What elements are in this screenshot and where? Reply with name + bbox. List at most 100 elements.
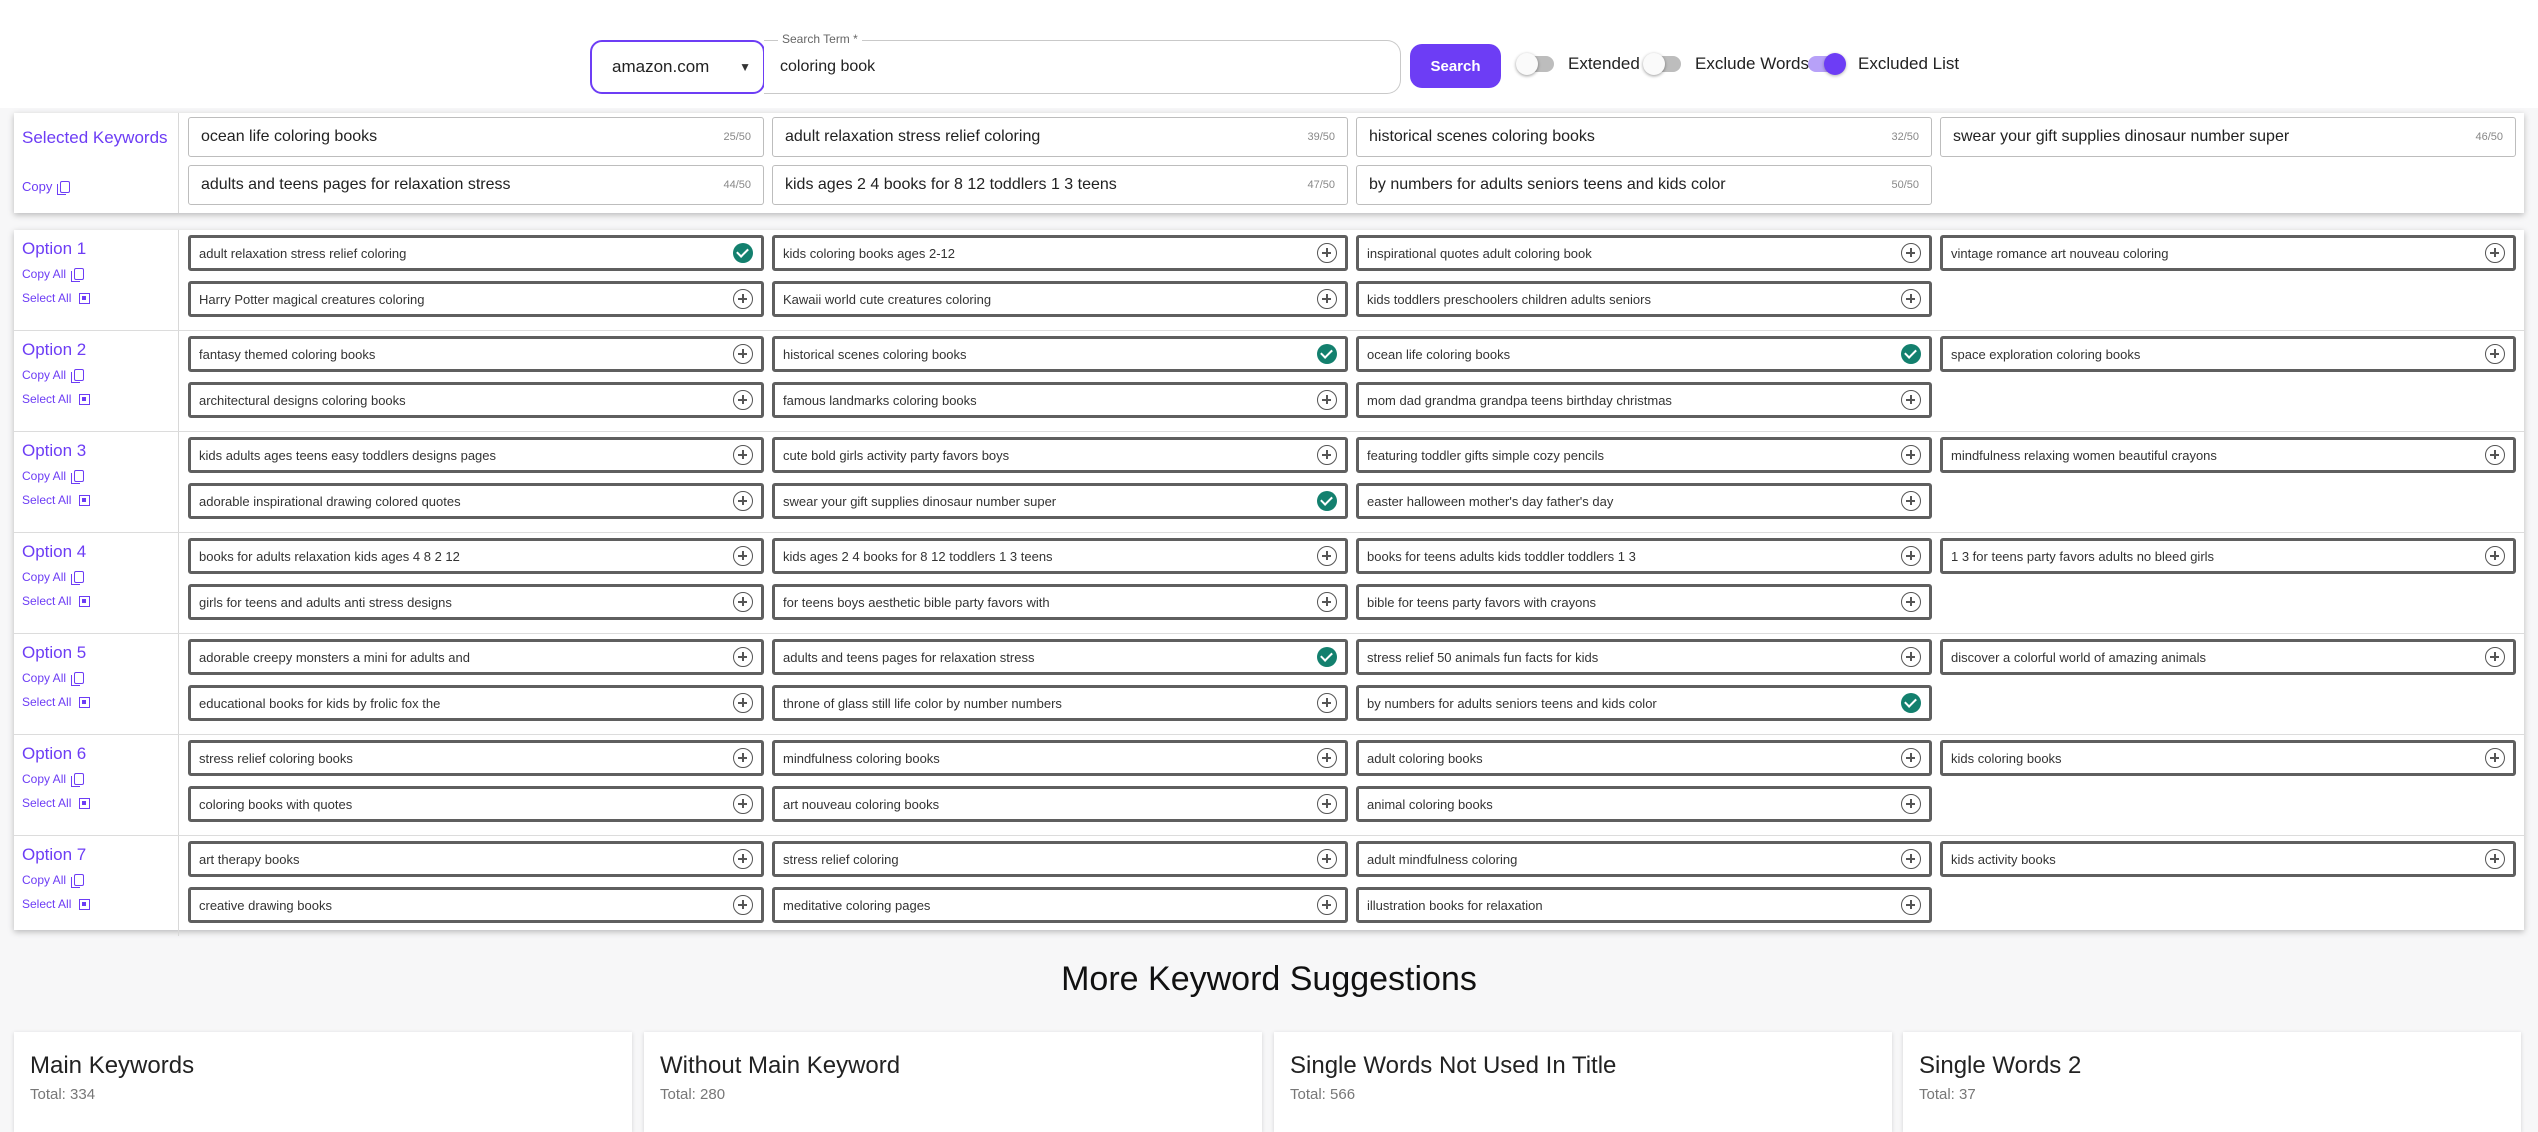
check-icon[interactable] xyxy=(733,243,753,263)
keyword-option[interactable]: mom dad grandma grandpa teens birthday c… xyxy=(1356,382,1932,418)
keyword-option[interactable]: stress relief 50 animals fun facts for k… xyxy=(1356,639,1932,675)
toggle-switch-extended[interactable] xyxy=(1516,53,1554,75)
add-circle-icon[interactable] xyxy=(1901,289,1921,309)
add-circle-icon[interactable] xyxy=(733,344,753,364)
keyword-option[interactable]: for teens boys aesthetic bible party fav… xyxy=(772,584,1348,620)
add-circle-icon[interactable] xyxy=(1901,794,1921,814)
select-all-button[interactable]: Select All xyxy=(22,392,91,406)
add-circle-icon[interactable] xyxy=(2485,243,2505,263)
add-circle-icon[interactable] xyxy=(2485,445,2505,465)
add-circle-icon[interactable] xyxy=(733,546,753,566)
selected-keyword[interactable]: kids ages 2 4 books for 8 12 toddlers 1 … xyxy=(772,165,1348,205)
keyword-option[interactable]: throne of glass still life color by numb… xyxy=(772,685,1348,721)
toggle-switch-excluded-list[interactable] xyxy=(1808,53,1846,75)
keyword-option[interactable]: art nouveau coloring books xyxy=(772,786,1348,822)
suggestion-card[interactable]: Single Words 2 Total: 37 xyxy=(1903,1032,2521,1132)
keyword-option[interactable]: adorable inspirational drawing colored q… xyxy=(188,483,764,519)
toggle-excluded-list[interactable]: Excluded List xyxy=(1808,53,1959,75)
add-circle-icon[interactable] xyxy=(1317,546,1337,566)
keyword-option[interactable]: Harry Potter magical creatures coloring xyxy=(188,281,764,317)
add-circle-icon[interactable] xyxy=(733,390,753,410)
copy-selected-button[interactable]: Copy xyxy=(22,179,71,195)
copy-all-button[interactable]: Copy All xyxy=(22,671,85,686)
add-circle-icon[interactable] xyxy=(2485,849,2505,869)
add-circle-icon[interactable] xyxy=(1317,445,1337,465)
keyword-option[interactable]: inspirational quotes adult coloring book xyxy=(1356,235,1932,271)
add-circle-icon[interactable] xyxy=(1901,243,1921,263)
select-all-button[interactable]: Select All xyxy=(22,897,91,911)
add-circle-icon[interactable] xyxy=(733,647,753,667)
add-circle-icon[interactable] xyxy=(2485,647,2505,667)
keyword-option[interactable]: stress relief coloring books xyxy=(188,740,764,776)
toggle-extended[interactable]: Extended xyxy=(1516,53,1640,75)
keyword-option[interactable]: animal coloring books xyxy=(1356,786,1932,822)
add-circle-icon[interactable] xyxy=(1901,849,1921,869)
keyword-option[interactable]: vintage romance art nouveau coloring xyxy=(1940,235,2516,271)
select-all-button[interactable]: Select All xyxy=(22,695,91,709)
select-all-button[interactable]: Select All xyxy=(22,796,91,810)
keyword-option[interactable]: adult mindfulness coloring xyxy=(1356,841,1932,877)
add-circle-icon[interactable] xyxy=(733,592,753,612)
selected-keyword[interactable]: adult relaxation stress relief coloring 3… xyxy=(772,117,1348,157)
keyword-option[interactable]: cute bold girls activity party favors bo… xyxy=(772,437,1348,473)
add-circle-icon[interactable] xyxy=(733,895,753,915)
add-circle-icon[interactable] xyxy=(733,849,753,869)
suggestion-card[interactable]: Single Words Not Used In Title Total: 566 xyxy=(1274,1032,1892,1132)
add-circle-icon[interactable] xyxy=(1317,243,1337,263)
keyword-option[interactable]: discover a colorful world of amazing ani… xyxy=(1940,639,2516,675)
add-circle-icon[interactable] xyxy=(1317,693,1337,713)
add-circle-icon[interactable] xyxy=(1317,849,1337,869)
keyword-option[interactable]: girls for teens and adults anti stress d… xyxy=(188,584,764,620)
keyword-option[interactable]: books for teens adults kids toddler todd… xyxy=(1356,538,1932,574)
toggle-switch-exclude-words[interactable] xyxy=(1643,53,1681,75)
keyword-option[interactable]: illustration books for relaxation xyxy=(1356,887,1932,923)
keyword-option[interactable]: fantasy themed coloring books xyxy=(188,336,764,372)
copy-all-button[interactable]: Copy All xyxy=(22,570,85,585)
keyword-option[interactable]: featuring toddler gifts simple cozy penc… xyxy=(1356,437,1932,473)
add-circle-icon[interactable] xyxy=(733,289,753,309)
keyword-option[interactable]: books for adults relaxation kids ages 4 … xyxy=(188,538,764,574)
copy-all-button[interactable]: Copy All xyxy=(22,873,85,888)
keyword-option[interactable]: mindfulness coloring books xyxy=(772,740,1348,776)
check-icon[interactable] xyxy=(1317,491,1337,511)
keyword-option[interactable]: stress relief coloring xyxy=(772,841,1348,877)
add-circle-icon[interactable] xyxy=(733,491,753,511)
selected-keyword[interactable]: ocean life coloring books 25/50 xyxy=(188,117,764,157)
keyword-option[interactable]: architectural designs coloring books xyxy=(188,382,764,418)
check-icon[interactable] xyxy=(1901,693,1921,713)
keyword-option[interactable]: easter halloween mother's day father's d… xyxy=(1356,483,1932,519)
add-circle-icon[interactable] xyxy=(1317,390,1337,410)
keyword-option[interactable]: 1 3 for teens party favors adults no ble… xyxy=(1940,538,2516,574)
copy-all-button[interactable]: Copy All xyxy=(22,267,85,282)
keyword-option[interactable]: bible for teens party favors with crayon… xyxy=(1356,584,1932,620)
add-circle-icon[interactable] xyxy=(2485,344,2505,364)
keyword-option[interactable]: adult relaxation stress relief coloring xyxy=(188,235,764,271)
add-circle-icon[interactable] xyxy=(1901,592,1921,612)
keyword-option[interactable]: kids toddlers preschoolers children adul… xyxy=(1356,281,1932,317)
keyword-option[interactable]: educational books for kids by frolic fox… xyxy=(188,685,764,721)
check-icon[interactable] xyxy=(1317,344,1337,364)
keyword-option[interactable]: by numbers for adults seniors teens and … xyxy=(1356,685,1932,721)
keyword-option[interactable]: mindfulness relaxing women beautiful cra… xyxy=(1940,437,2516,473)
keyword-option[interactable]: ocean life coloring books xyxy=(1356,336,1932,372)
keyword-option[interactable]: adults and teens pages for relaxation st… xyxy=(772,639,1348,675)
keyword-option[interactable]: kids ages 2 4 books for 8 12 toddlers 1 … xyxy=(772,538,1348,574)
keyword-option[interactable]: kids activity books xyxy=(1940,841,2516,877)
site-select[interactable]: amazon.com ▼ xyxy=(590,40,765,94)
check-icon[interactable] xyxy=(1901,344,1921,364)
add-circle-icon[interactable] xyxy=(1901,491,1921,511)
add-circle-icon[interactable] xyxy=(1901,748,1921,768)
keyword-option[interactable]: famous landmarks coloring books xyxy=(772,382,1348,418)
add-circle-icon[interactable] xyxy=(2485,748,2505,768)
suggestion-card[interactable]: Main Keywords Total: 334 xyxy=(14,1032,632,1132)
check-icon[interactable] xyxy=(1317,647,1337,667)
keyword-option[interactable]: creative drawing books xyxy=(188,887,764,923)
add-circle-icon[interactable] xyxy=(1317,592,1337,612)
add-circle-icon[interactable] xyxy=(1901,647,1921,667)
search-input-value[interactable]: coloring book xyxy=(780,58,875,76)
suggestion-card[interactable]: Without Main Keyword Total: 280 xyxy=(644,1032,1262,1132)
keyword-option[interactable]: swear your gift supplies dinosaur number… xyxy=(772,483,1348,519)
add-circle-icon[interactable] xyxy=(733,445,753,465)
add-circle-icon[interactable] xyxy=(1317,289,1337,309)
selected-keyword[interactable]: adults and teens pages for relaxation st… xyxy=(188,165,764,205)
